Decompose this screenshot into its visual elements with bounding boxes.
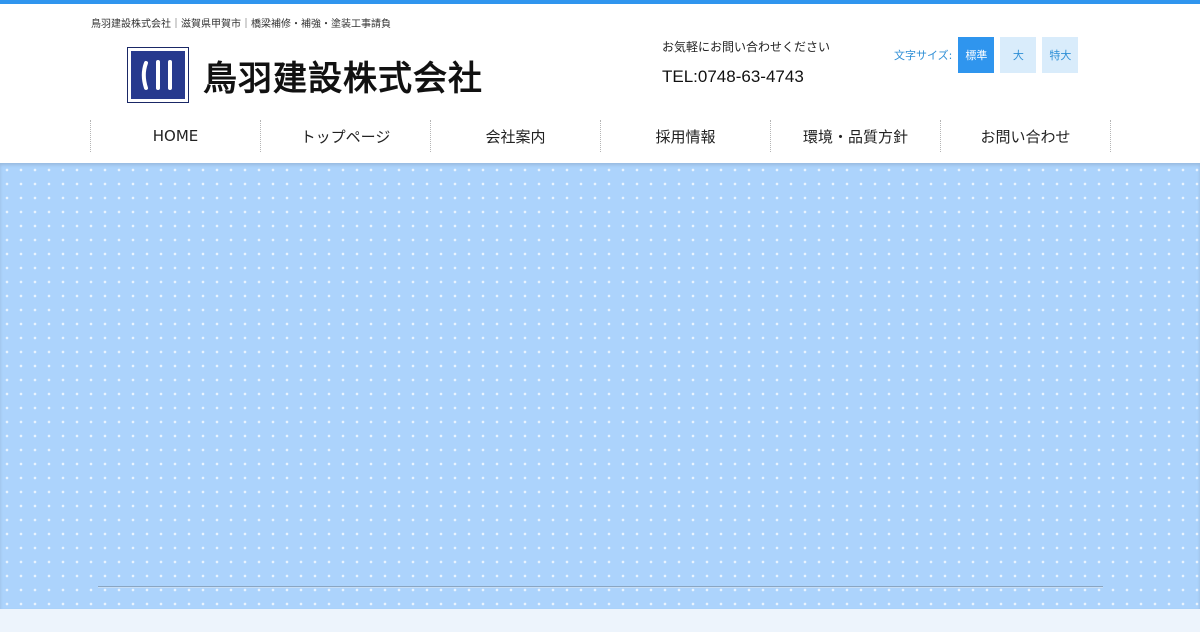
- font-size-label: 文字サイズ:: [894, 49, 953, 62]
- font-size-switcher: 文字サイズ: 標準 大 特大: [894, 37, 1084, 73]
- hero-divider: [98, 586, 1103, 587]
- contact-label: お気軽にお問い合わせください: [662, 40, 831, 54]
- nav-item-home[interactable]: HOME: [91, 120, 261, 152]
- site-header: 鳥羽建設株式会社｜滋賀県甲賀市｜橋梁補修・補強・塗装工事請負 鳥羽建設株式会社 …: [0, 4, 1200, 163]
- nav-item-policy[interactable]: 環境・品質方針: [771, 120, 941, 152]
- nav-item-recruit[interactable]: 採用情報: [601, 120, 771, 152]
- font-size-standard-button[interactable]: 標準: [958, 37, 995, 73]
- contact-tel[interactable]: TEL:0748-63-4743: [662, 67, 804, 87]
- nav-item-company[interactable]: 会社案内: [431, 120, 601, 152]
- font-size-xlarge-button[interactable]: 特大: [1042, 37, 1079, 73]
- logo-text: 鳥羽建設株式会社: [203, 58, 483, 99]
- hero-area: [0, 163, 1200, 609]
- site-tagline: 鳥羽建設株式会社｜滋賀県甲賀市｜橋梁補修・補強・塗装工事請負: [91, 19, 391, 30]
- logo-mark-icon: [127, 47, 189, 103]
- site-logo[interactable]: 鳥羽建設株式会社: [127, 47, 483, 103]
- nav-item-top-page[interactable]: トップページ: [261, 120, 431, 152]
- font-size-large-button[interactable]: 大: [1000, 37, 1037, 73]
- global-nav: HOME トップページ 会社案内 採用情報 環境・品質方針 お問い合わせ: [90, 120, 1111, 152]
- nav-item-contact[interactable]: お問い合わせ: [941, 120, 1111, 152]
